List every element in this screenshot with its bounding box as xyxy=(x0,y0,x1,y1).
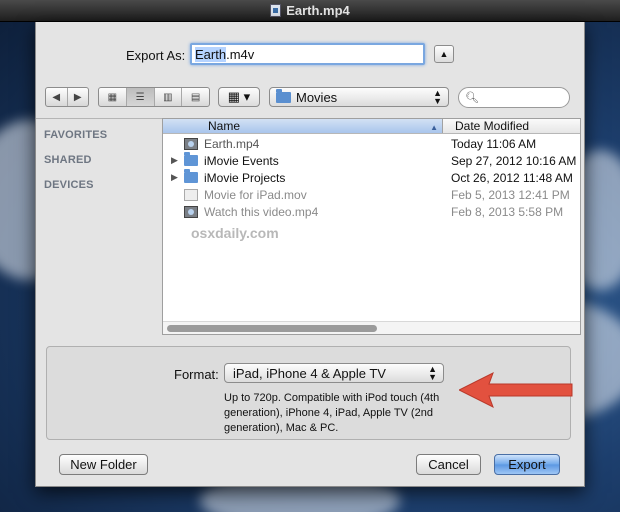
movie-document-icon xyxy=(270,4,282,17)
file-list: Name ▲ Date Modified Earth.mp4 Today 11:… xyxy=(162,118,581,335)
popup-arrows-icon: ▲ ▼ xyxy=(433,88,442,106)
date-column-header[interactable]: Date Modified xyxy=(443,119,580,133)
name-column-label: Name xyxy=(208,119,241,133)
movie-file-icon xyxy=(184,188,198,201)
forward-button[interactable]: ▶ xyxy=(68,88,89,106)
back-button[interactable]: ◀ xyxy=(46,88,68,106)
triangle-up-icon: ▲ xyxy=(439,49,449,59)
file-name: iMovie Projects xyxy=(204,170,286,185)
file-date: Today 11:06 AM xyxy=(451,136,537,151)
file-name: Earth.mp4 xyxy=(204,136,260,151)
coverflow-view-button[interactable]: ▤ xyxy=(182,88,209,106)
export-sheet: Export As: Earth.m4v ▲ ◀ ▶ ▦ ☰ ▥ ▤ ▦ ▾ M… xyxy=(35,22,585,487)
disclosure-triangle-icon[interactable]: ▶ xyxy=(171,172,183,183)
file-date: Sep 27, 2012 10:16 AM xyxy=(451,153,577,168)
column-header: Name ▲ Date Modified xyxy=(163,119,580,134)
watermark: osxdaily.com xyxy=(191,225,279,241)
collapse-sheet-button[interactable]: ▲ xyxy=(434,45,454,63)
movie-file-icon xyxy=(184,137,198,150)
filename-selected-text: Earth xyxy=(195,47,227,62)
sidebar-section-devices[interactable]: DEVICES xyxy=(44,179,94,191)
location-popup[interactable]: Movies ▲ ▼ xyxy=(269,87,449,107)
sidebar: FAVORITES SHARED DEVICES xyxy=(36,118,162,335)
scrollbar-thumb[interactable] xyxy=(167,325,377,332)
format-options-panel: Format: iPad, iPhone 4 & Apple TV ▲ ▼ Up … xyxy=(46,346,573,440)
column-view-button[interactable]: ▥ xyxy=(155,88,183,106)
disclosure-triangle-icon[interactable]: ▶ xyxy=(171,155,183,166)
file-name: iMovie Events xyxy=(204,153,279,168)
movie-file-icon xyxy=(184,205,198,218)
list-item[interactable]: Movie for iPad.mov Feb 5, 2013 12:41 PM xyxy=(163,186,580,203)
name-column-header[interactable]: Name ▲ xyxy=(163,119,443,133)
red-arrow-annotation xyxy=(459,371,573,409)
folder-icon xyxy=(276,88,291,103)
file-date: Oct 26, 2012 11:48 AM xyxy=(451,170,573,185)
export-button[interactable]: Export xyxy=(494,454,560,475)
list-item[interactable]: ▶ iMovie Events Sep 27, 2012 10:16 AM xyxy=(163,152,580,169)
folder-icon xyxy=(184,169,198,183)
filename-extension-text: .m4v xyxy=(226,47,255,62)
filename-field[interactable]: Earth.m4v xyxy=(190,43,425,65)
view-mode-control: ▦ ☰ ▥ ▤ xyxy=(98,87,210,107)
sidebar-section-favorites[interactable]: FAVORITES xyxy=(44,129,107,141)
format-popup[interactable]: iPad, iPhone 4 & Apple TV ▲ ▼ xyxy=(224,363,444,383)
list-item[interactable]: ▶ iMovie Projects Oct 26, 2012 11:48 AM xyxy=(163,169,580,186)
window-titlebar[interactable]: Earth.mp4 xyxy=(0,0,620,22)
new-folder-button[interactable]: New Folder xyxy=(59,454,148,475)
sidebar-section-shared[interactable]: SHARED xyxy=(44,154,92,166)
horizontal-scrollbar[interactable] xyxy=(163,321,580,334)
file-name: Watch this video.mp4 xyxy=(204,204,319,219)
folder-icon xyxy=(184,152,198,166)
format-selected: iPad, iPhone 4 & Apple TV xyxy=(233,365,386,381)
location-label: Movies xyxy=(296,89,338,105)
search-field[interactable]: 🔍︎ xyxy=(458,87,570,108)
file-date: Feb 5, 2013 12:41 PM xyxy=(451,187,570,202)
browser-toolbar: ◀ ▶ ▦ ☰ ▥ ▤ ▦ ▾ Movies ▲ ▼ 🔍︎ xyxy=(45,87,575,109)
file-date: Feb 8, 2013 5:58 PM xyxy=(451,204,564,219)
sort-ascending-icon: ▲ xyxy=(430,123,438,132)
format-description: Up to 720p. Compatible with iPod touch (… xyxy=(224,392,440,434)
popup-arrows-icon: ▲ ▼ xyxy=(428,364,437,382)
arrange-icon: ▦ ▾ xyxy=(227,89,251,104)
back-forward-control: ◀ ▶ xyxy=(45,87,89,107)
icon-view-button[interactable]: ▦ xyxy=(99,88,127,106)
search-icon: 🔍︎ xyxy=(465,92,479,104)
export-as-row: Export As: Earth.m4v ▲ xyxy=(36,42,584,68)
cancel-button[interactable]: Cancel xyxy=(416,454,481,475)
file-name: Movie for iPad.mov xyxy=(204,187,307,202)
list-item[interactable]: Earth.mp4 Today 11:06 AM xyxy=(163,135,580,152)
list-view-button[interactable]: ☰ xyxy=(126,88,155,106)
list-item[interactable]: Watch this video.mp4 Feb 8, 2013 5:58 PM xyxy=(163,203,580,220)
format-label: Format: xyxy=(174,367,219,382)
window-title: Earth.mp4 xyxy=(286,3,350,18)
export-as-label: Export As: xyxy=(126,48,186,63)
arrange-menu[interactable]: ▦ ▾ xyxy=(218,87,260,107)
